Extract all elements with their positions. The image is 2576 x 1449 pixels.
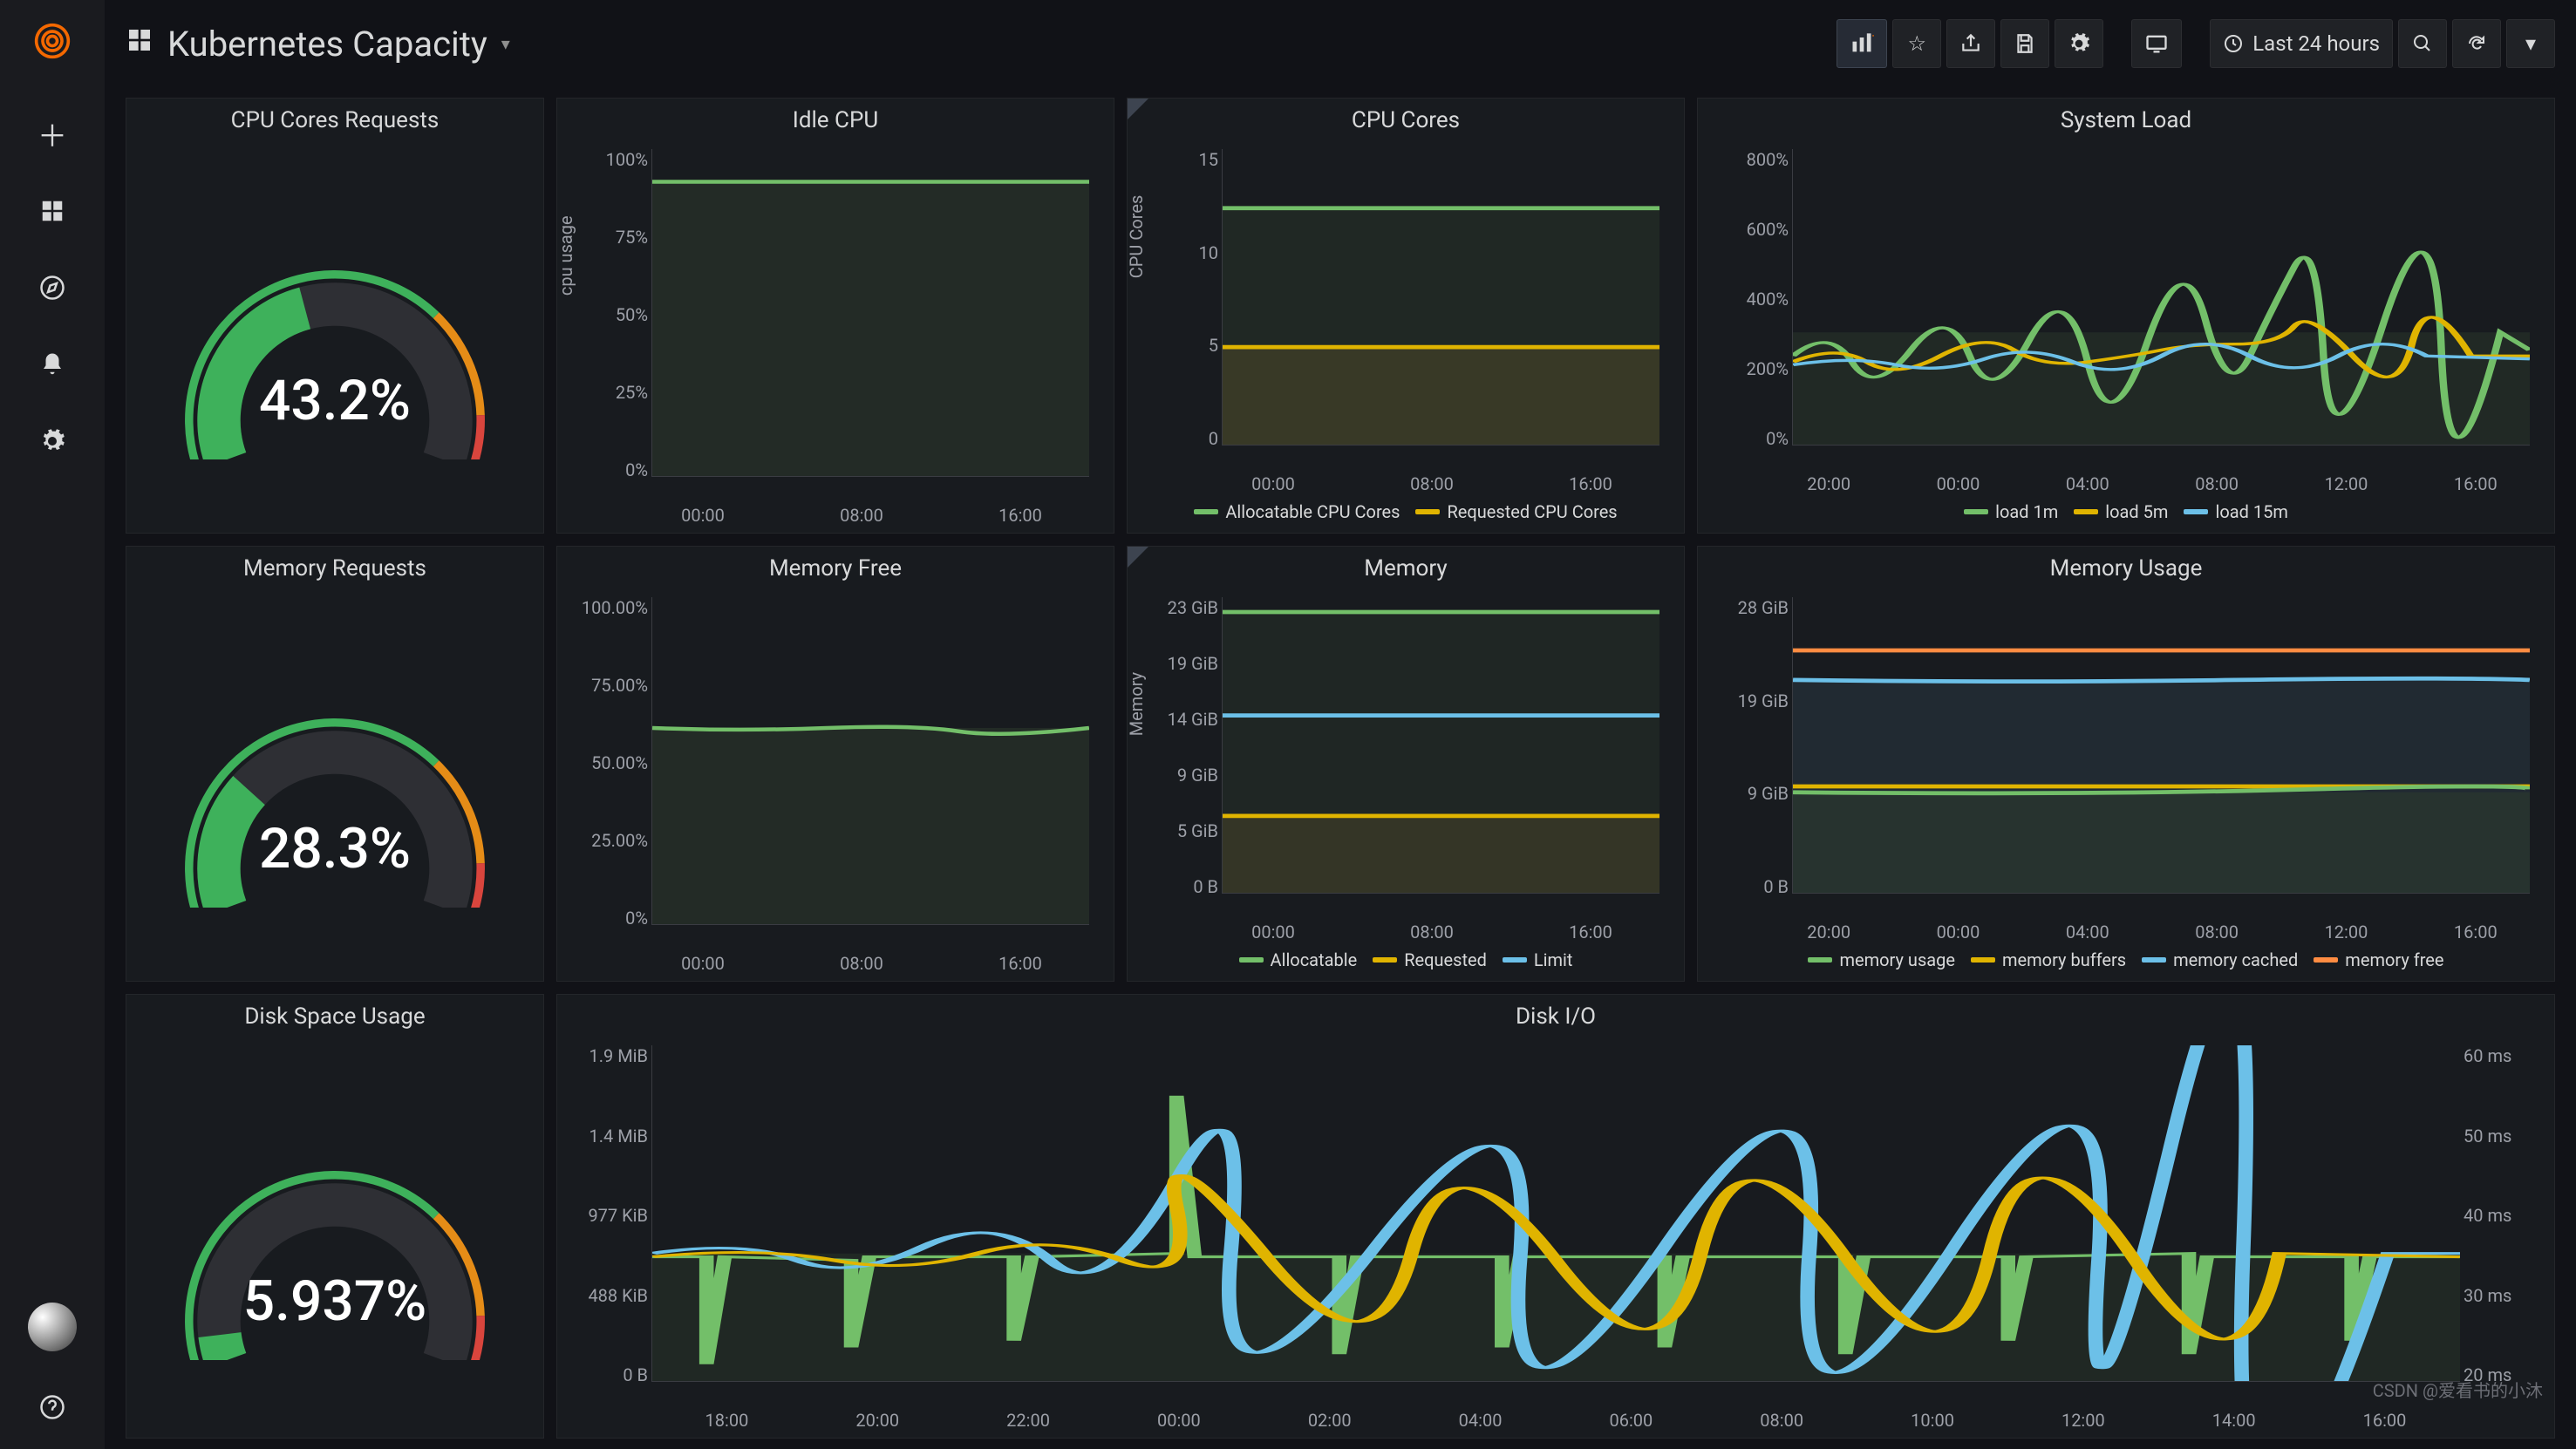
y-ticks: 100.00%75.00%50.00%25.00%0% [571, 597, 648, 929]
topbar: Kubernetes Capacity ▾ + ☆ [105, 0, 2576, 87]
gauge: 43.2% [169, 215, 501, 459]
panel-title: Idle CPU [557, 99, 1114, 142]
panel-cpu-cores[interactable]: CPU Cores CPU Cores 151050 [1127, 98, 1685, 534]
sidebar: ＋ [0, 0, 105, 1449]
legend: Allocatable CPU CoresRequested CPU Cores [1141, 494, 1670, 526]
gauge: 28.3% [169, 663, 501, 908]
user-avatar[interactable] [28, 1303, 77, 1351]
panel-title: Memory Usage [1698, 547, 2554, 590]
panel-cpu-cores-requests[interactable]: CPU Cores Requests 43.2% [126, 98, 544, 534]
zoom-out-button[interactable] [2398, 19, 2447, 68]
time-range-text: Last 24 hours [2252, 31, 2380, 56]
panel-memory-requests[interactable]: Memory Requests 28.3% [126, 546, 544, 982]
x-ticks: 18:0020:0022:0000:0002:0004:0006:0008:00… [571, 1406, 2540, 1431]
gauge-value: 43.2% [259, 368, 411, 433]
panel-title: Disk I/O [557, 995, 2554, 1038]
panel-title: CPU Cores Requests [126, 99, 543, 142]
dashboard-title-text: Kubernetes Capacity [167, 24, 487, 65]
y-ticks: 28 GiB19 GiB9 GiB0 B [1712, 597, 1789, 897]
y-ticks: 100%75%50%25%0% [571, 149, 648, 480]
gauge-value: 28.3% [259, 816, 411, 881]
x-ticks: 00:0008:0016:00 [571, 949, 1100, 974]
refresh-button[interactable] [2452, 19, 2501, 68]
info-icon[interactable] [1128, 547, 1148, 568]
y-ticks: 23 GiB19 GiB14 GiB9 GiB5 GiB0 B [1141, 597, 1218, 897]
share-button[interactable] [1946, 19, 1995, 68]
y-ticks: 800%600%400%200%0% [1712, 149, 1789, 449]
toolbar: + ☆ Last 24 hours [1837, 19, 2555, 68]
panel-disk-io[interactable]: Disk I/O 1.9 MiB1.4 MiB977 KiB488 KiB0 B… [556, 994, 2555, 1439]
panel-title: CPU Cores [1128, 99, 1684, 142]
legend: memory usagememory buffersmemory cachedm… [1712, 942, 2540, 974]
y-ticks-right: 60 ms50 ms40 ms30 ms20 ms [2464, 1045, 2540, 1385]
x-ticks: 20:0000:0004:0008:0012:0016:00 [1712, 470, 2540, 494]
panel-title: Memory Requests [126, 547, 543, 590]
plot [1792, 597, 2530, 894]
x-ticks: 00:0008:0016:00 [1141, 470, 1670, 494]
refresh-interval-button[interactable]: ▾ [2506, 19, 2555, 68]
panel-title: Memory [1128, 547, 1684, 590]
x-ticks: 00:0008:0016:00 [571, 501, 1100, 526]
panel-title: System Load [1698, 99, 2554, 142]
add-panel-button[interactable]: + [1837, 19, 1887, 68]
help-icon[interactable] [39, 1393, 65, 1428]
dashboard-title[interactable]: Kubernetes Capacity ▾ [126, 24, 510, 65]
panel-disk-space-usage[interactable]: Disk Space Usage 5.937% [126, 994, 544, 1439]
plus-icon[interactable]: ＋ [37, 112, 67, 155]
grafana-logo-icon[interactable] [33, 21, 72, 71]
compass-icon[interactable] [39, 274, 65, 309]
gauge-value: 5.937% [243, 1269, 426, 1334]
bell-icon[interactable] [39, 350, 65, 385]
info-icon[interactable] [1128, 99, 1148, 119]
panel-idle-cpu[interactable]: Idle CPU cpu usage 100%75%50%25%0% 00:00… [556, 98, 1114, 534]
plot [651, 597, 1089, 925]
plot [651, 149, 1089, 477]
legend: AllocatableRequestedLimit [1141, 942, 1670, 974]
panel-memory-usage[interactable]: Memory Usage 28 GiB19 GiB9 GiB0 B [1697, 546, 2555, 982]
chevron-down-icon: ▾ [501, 33, 510, 54]
tv-mode-button[interactable] [2131, 19, 2182, 68]
y-ticks: 151050 [1141, 149, 1218, 449]
panel-memory[interactable]: Memory Memory 23 GiB19 GiB14 GiB9 GiB5 G… [1127, 546, 1685, 982]
time-range-picker[interactable]: Last 24 hours [2210, 19, 2393, 68]
plot [651, 1045, 2460, 1382]
gauge: 5.937% [169, 1116, 501, 1360]
plot [1222, 597, 1659, 894]
y-ticks-left: 1.9 MiB1.4 MiB977 KiB488 KiB0 B [571, 1045, 648, 1385]
save-button[interactable] [2000, 19, 2049, 68]
settings-button[interactable] [2055, 19, 2103, 68]
plot [1222, 149, 1659, 446]
panel-title: Disk Space Usage [126, 995, 543, 1038]
x-ticks: 20:0000:0004:0008:0012:0016:00 [1712, 918, 2540, 942]
plot [1792, 149, 2530, 446]
watermark: CSDN @爱看书的小沐 [2373, 1377, 2543, 1402]
apps-icon[interactable] [39, 197, 65, 232]
svg-text:+: + [1872, 31, 1874, 43]
legend: load 1mload 5mload 15m [1712, 494, 2540, 526]
x-ticks: 00:0008:0016:00 [1141, 918, 1670, 942]
panel-title: Memory Free [557, 547, 1114, 590]
panel-system-load[interactable]: System Load 800%600%400%200%0% [1697, 98, 2555, 534]
gear-icon[interactable] [39, 427, 65, 462]
star-button[interactable]: ☆ [1892, 19, 1941, 68]
apps-icon [126, 25, 153, 62]
panel-memory-free[interactable]: Memory Free 100.00%75.00%50.00%25.00%0% … [556, 546, 1114, 982]
